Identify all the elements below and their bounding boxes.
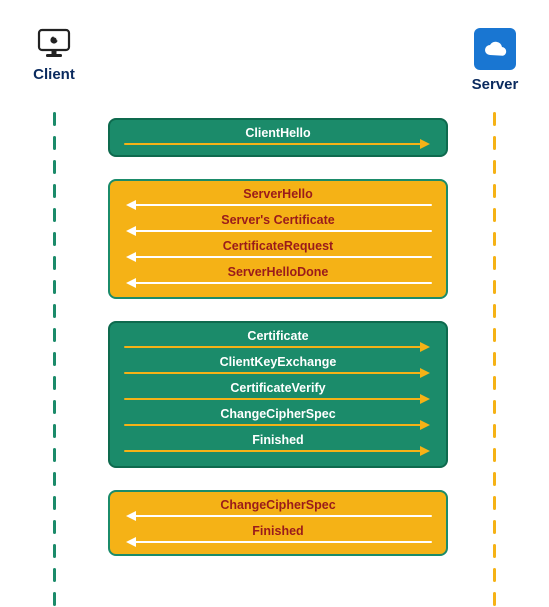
arrow-left-icon [128,282,432,284]
arrow-left-icon [128,230,432,232]
arrow-right-icon [124,424,428,426]
message-label: ClientHello [122,126,434,140]
cloud-icon [474,28,516,70]
message-label: ChangeCipherSpec [122,498,434,512]
participant-server-label: Server [455,76,535,93]
arrow-right-icon [124,450,428,452]
arrow-right-icon [124,398,428,400]
message-row: ClientHello [122,126,434,152]
message-group-server-1: ServerHello Server's Certificate Certifica… [108,179,448,299]
arrow-left-icon [128,515,432,517]
participant-client-label: Client [14,66,94,83]
message-label: ServerHello [122,187,434,201]
message-label: CertificateRequest [122,239,434,253]
message-label: ChangeCipherSpec [122,407,434,421]
message-row: Server's Certificate [122,213,434,239]
message-label: CertificateVerify [122,381,434,395]
message-group-client-2: Certificate ClientKeyExchange CertificateV… [108,321,448,468]
arrow-right-icon [124,372,428,374]
participant-client: Client [14,28,94,83]
message-row: ClientKeyExchange [122,355,434,381]
message-label: Finished [122,433,434,447]
message-row: Finished [122,433,434,459]
sequence-diagram: Client Server ClientHelloServerHelloServ… [0,0,549,607]
message-row: CertificateVerify [122,381,434,407]
message-label: Server's Certificate [122,213,434,227]
message-row: ChangeCipherSpec [122,498,434,524]
arrow-right-icon [124,143,428,145]
message-row: ChangeCipherSpec [122,407,434,433]
participant-server: Server [455,28,535,93]
message-row: ServerHelloDone [122,265,434,291]
message-group-server-3: ChangeCipherSpec Finished [108,490,448,556]
message-group-client-0: ClientHello [108,118,448,157]
message-label: Certificate [122,329,434,343]
arrow-right-icon [124,346,428,348]
message-label: Finished [122,524,434,538]
message-label: ClientKeyExchange [122,355,434,369]
arrow-left-icon [128,256,432,258]
message-row: CertificateRequest [122,239,434,265]
message-row: Finished [122,524,434,550]
arrow-left-icon [128,541,432,543]
desktop-icon [14,28,94,60]
message-label: ServerHelloDone [122,265,434,279]
message-row: ServerHello [122,187,434,213]
message-row: Certificate [122,329,434,355]
arrow-left-icon [128,204,432,206]
